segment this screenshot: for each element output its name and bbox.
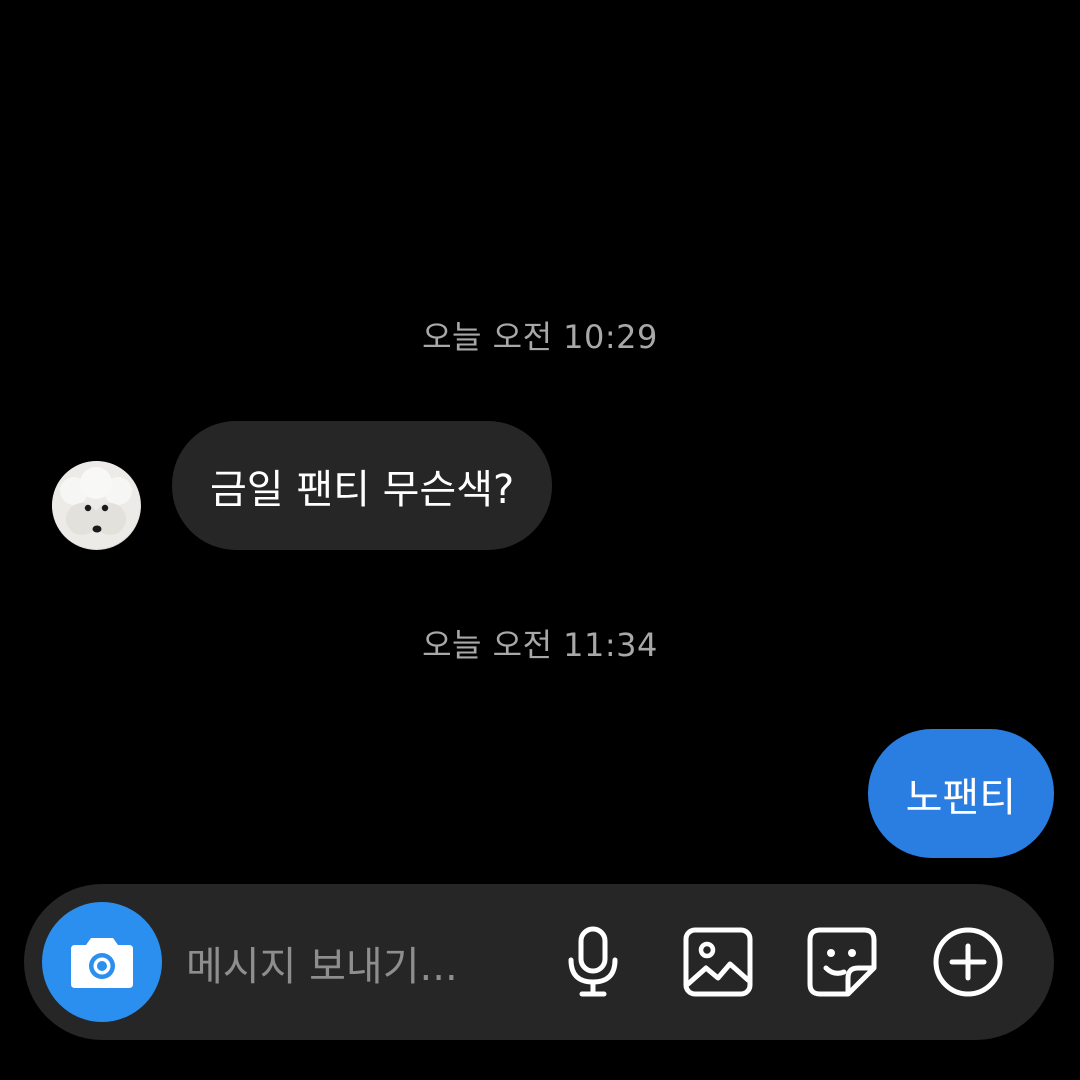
plus-circle-icon xyxy=(933,927,1003,997)
camera-button[interactable] xyxy=(42,902,162,1022)
timestamp: 오늘 오전 11:34 xyxy=(422,626,658,664)
incoming-message-bubble[interactable]: 금일 팬티 무슨색? xyxy=(172,421,553,550)
avatar[interactable] xyxy=(52,461,141,550)
message-input[interactable]: 메시지 보내기... xyxy=(186,934,458,992)
outgoing-message-bubble[interactable]: 노팬티 xyxy=(867,729,1054,858)
sticker-button[interactable] xyxy=(804,924,880,1000)
gallery-button[interactable] xyxy=(680,924,756,1000)
sticker-icon xyxy=(807,927,877,997)
more-options-button[interactable] xyxy=(930,924,1006,1000)
camera-icon xyxy=(71,938,133,988)
microphone-icon xyxy=(568,926,618,997)
dog-avatar-image xyxy=(52,461,140,549)
message-composer: 메시지 보내기... xyxy=(24,884,1054,1040)
image-icon xyxy=(683,927,753,997)
timestamp: 오늘 오전 10:29 xyxy=(422,318,658,356)
voice-message-button[interactable] xyxy=(555,924,631,1000)
